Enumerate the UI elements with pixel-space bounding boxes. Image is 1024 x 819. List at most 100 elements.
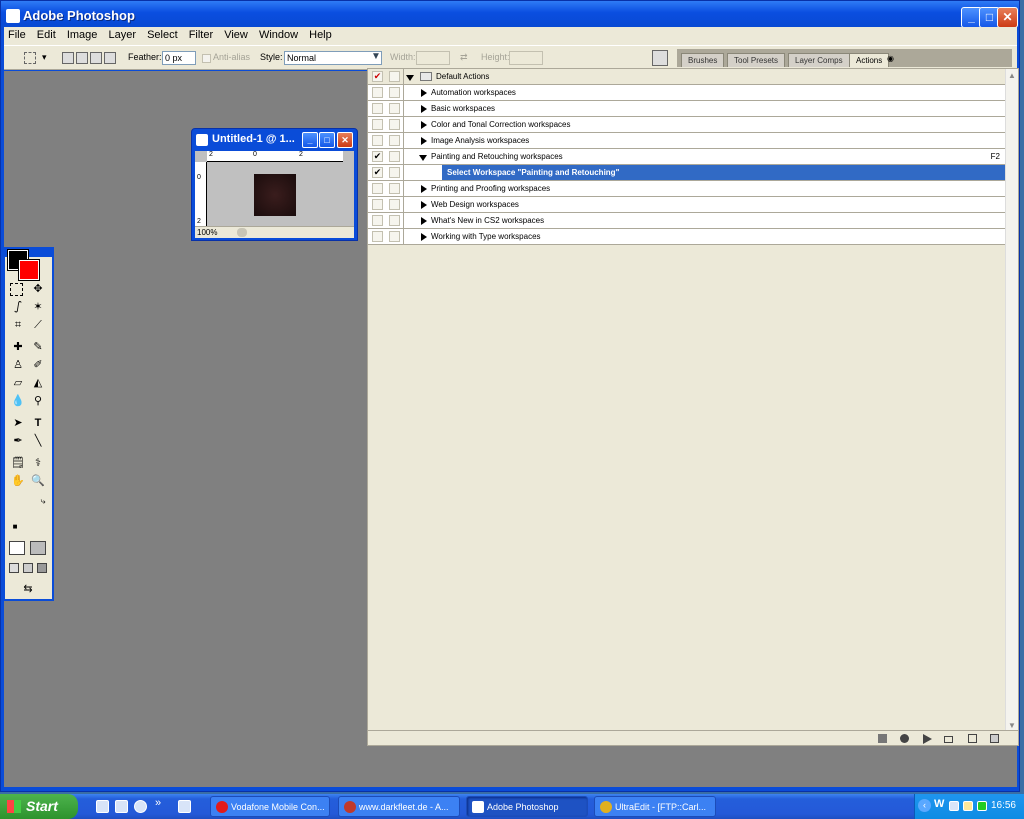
preset-dropdown-icon[interactable]: ▾ xyxy=(42,52,47,63)
menu-filter[interactable]: Filter xyxy=(185,27,217,41)
menu-layer[interactable]: Layer xyxy=(104,27,140,41)
trash-icon[interactable] xyxy=(990,734,999,743)
action-row[interactable]: Color and Tonal Correction workspaces xyxy=(368,117,1006,133)
menu-window[interactable]: Window xyxy=(255,27,302,41)
action-row[interactable]: Working with Type workspaces xyxy=(368,229,1006,245)
menu-view[interactable]: View xyxy=(220,27,252,41)
zoom-tool-icon[interactable]: 🔍 xyxy=(30,473,46,489)
clone-stamp-icon[interactable]: ♙ xyxy=(10,357,26,373)
dialog-toggle-checkbox[interactable] xyxy=(389,87,400,98)
new-action-icon[interactable] xyxy=(968,734,977,743)
task-vodafone[interactable]: Vodafone Mobile Con... xyxy=(210,796,330,817)
notes-tool-icon[interactable]: 🗒 xyxy=(10,455,26,471)
show-desktop-icon[interactable] xyxy=(115,800,128,813)
action-row[interactable]: Basic workspaces xyxy=(368,101,1006,117)
collapse-triangle-icon[interactable] xyxy=(421,105,427,113)
scroll-up-icon[interactable]: ▲ xyxy=(1008,71,1016,80)
collapse-triangle-icon[interactable] xyxy=(421,89,427,97)
dialog-toggle-checkbox[interactable] xyxy=(389,231,400,242)
add-selection-icon[interactable] xyxy=(76,52,88,64)
play-icon[interactable] xyxy=(923,734,932,744)
task-browser[interactable]: www.darkfleet.de - A... xyxy=(338,796,460,817)
tab-brushes[interactable]: Brushes xyxy=(681,53,725,67)
menu-image[interactable]: Image xyxy=(63,27,102,41)
swap-icon[interactable]: ⇄ xyxy=(460,52,468,63)
style-select[interactable]: Normal xyxy=(284,51,382,65)
hand-tool-icon[interactable]: ✋ xyxy=(10,473,26,489)
slice-tool-icon[interactable]: ⟋ xyxy=(30,317,46,333)
tab-actions[interactable]: Actions xyxy=(849,53,890,67)
style-dropdown-icon[interactable]: ▼ xyxy=(371,51,381,62)
actions-scrollbar[interactable]: ▲ ▼ xyxy=(1005,69,1018,732)
zoom-level[interactable]: 100% xyxy=(197,228,217,237)
screen-mode-standard-icon[interactable] xyxy=(9,563,19,573)
lasso-tool-icon[interactable]: ഽ xyxy=(10,299,26,315)
tray-security-icon[interactable] xyxy=(963,801,973,811)
tab-layer-comps[interactable]: Layer Comps xyxy=(788,53,850,67)
path-selection-icon[interactable]: ➤ xyxy=(10,415,26,431)
type-tool-icon[interactable]: T xyxy=(30,415,46,431)
screen-mode-full-icon[interactable] xyxy=(37,563,47,573)
menu-file[interactable]: File xyxy=(4,27,30,41)
dialog-toggle-checkbox[interactable] xyxy=(389,151,400,162)
paint-bucket-icon[interactable]: ◭ xyxy=(30,375,46,391)
screen-mode-full-menu-icon[interactable] xyxy=(23,563,33,573)
pen-tool-icon[interactable]: ✒ xyxy=(10,433,26,449)
action-toggle-checkbox[interactable] xyxy=(372,119,383,130)
dialog-toggle-checkbox[interactable] xyxy=(389,183,400,194)
doc-minimize-button[interactable]: _ xyxy=(302,132,318,148)
quickmask-mode-icon[interactable] xyxy=(30,541,46,555)
status-menu-icon[interactable] xyxy=(237,228,247,237)
eyedropper-icon[interactable]: ⚕ xyxy=(30,455,46,471)
dialog-toggle-checkbox[interactable] xyxy=(389,71,400,82)
subtract-selection-icon[interactable] xyxy=(90,52,102,64)
doc-close-button[interactable]: ✕ xyxy=(337,132,353,148)
standard-mode-icon[interactable] xyxy=(9,541,25,555)
eraser-tool-icon[interactable]: ▱ xyxy=(10,375,26,391)
action-toggle-checkbox[interactable]: ✔ xyxy=(372,71,383,82)
collapse-triangle-icon[interactable] xyxy=(421,185,427,193)
tray-signal-icon[interactable] xyxy=(977,801,987,811)
canvas-image[interactable] xyxy=(254,174,296,216)
tray-network-icon[interactable] xyxy=(949,801,959,811)
task-ultraedit[interactable]: UltraEdit - [FTP::Carl... xyxy=(594,796,716,817)
swap-colors-icon[interactable]: ⤷ xyxy=(35,493,51,509)
dialog-toggle-checkbox[interactable] xyxy=(389,215,400,226)
blur-tool-icon[interactable]: 💧 xyxy=(10,393,26,409)
record-icon[interactable] xyxy=(900,734,909,743)
action-row[interactable]: Automation workspaces xyxy=(368,85,1006,101)
new-set-icon[interactable] xyxy=(944,736,953,743)
dialog-toggle-checkbox[interactable] xyxy=(389,199,400,210)
palette-menu-icon[interactable]: ◉ xyxy=(887,54,894,63)
action-command-row[interactable]: ✔ Select Workspace "Painting and Retouch… xyxy=(368,165,1006,181)
quicklaunch-chevron-icon[interactable]: » xyxy=(155,797,161,809)
doc-maximize-button[interactable]: □ xyxy=(319,132,335,148)
expand-triangle-icon[interactable] xyxy=(406,75,414,81)
action-row[interactable]: Web Design workspaces xyxy=(368,197,1006,213)
stop-icon[interactable] xyxy=(878,734,887,743)
background-color-swatch[interactable] xyxy=(18,259,40,281)
tray-w-icon[interactable]: W xyxy=(934,798,944,810)
action-row[interactable]: Printing and Proofing workspaces xyxy=(368,181,1006,197)
feather-input[interactable]: 0 px xyxy=(162,51,196,65)
help-quicklaunch-icon[interactable] xyxy=(178,800,191,813)
file-browser-icon[interactable] xyxy=(652,50,668,66)
task-photoshop[interactable]: Adobe Photoshop xyxy=(466,796,588,817)
new-selection-icon[interactable] xyxy=(62,52,74,64)
width-input[interactable] xyxy=(416,51,450,65)
action-toggle-checkbox[interactable] xyxy=(372,183,383,194)
tray-expand-icon[interactable]: ‹ xyxy=(918,799,931,812)
action-row[interactable]: Image Analysis workspaces xyxy=(368,133,1006,149)
action-toggle-checkbox[interactable] xyxy=(372,103,383,114)
history-brush-icon[interactable]: ✐ xyxy=(30,357,46,373)
media-player-icon[interactable] xyxy=(134,800,147,813)
jump-to-imageready-icon[interactable]: ⇆ xyxy=(11,581,45,597)
start-button[interactable]: Start xyxy=(0,794,78,819)
expand-triangle-icon[interactable] xyxy=(419,155,427,161)
dialog-toggle-checkbox[interactable] xyxy=(389,119,400,130)
height-input[interactable] xyxy=(509,51,543,65)
dialog-toggle-checkbox[interactable] xyxy=(389,103,400,114)
action-toggle-checkbox[interactable] xyxy=(372,231,383,242)
collapse-triangle-icon[interactable] xyxy=(421,201,427,209)
scroll-down-icon[interactable]: ▼ xyxy=(1008,721,1016,730)
